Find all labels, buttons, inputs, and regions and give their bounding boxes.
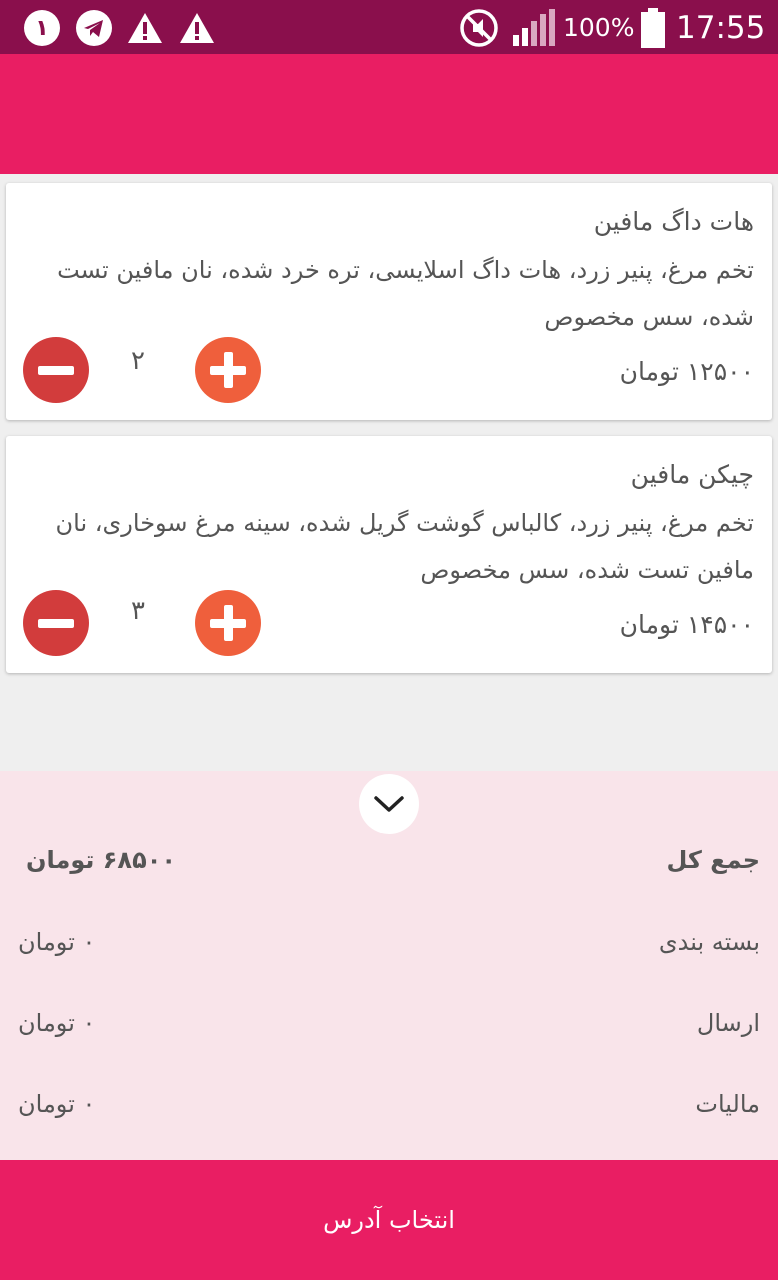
cart-item-card: چیکن مافین تخم مرغ، پنیر زرد، کالباس گوش… xyxy=(6,436,772,673)
cart-item-card: هات داگ مافین تخم مرغ، پنیر زرد، هات داگ… xyxy=(6,183,772,420)
mute-icon xyxy=(459,8,499,48)
decrease-quantity-button[interactable] xyxy=(23,337,89,403)
total-value: ۶۸۵۰۰ تومان xyxy=(26,846,177,874)
signal-icon xyxy=(510,8,558,48)
decrease-quantity-button[interactable] xyxy=(23,590,89,656)
shipping-value: ۰ تومان xyxy=(18,1009,96,1037)
battery-icon xyxy=(638,8,668,48)
packaging-value: ۰ تومان xyxy=(18,928,96,956)
order-summary: جمع کل ۶۸۵۰۰ تومان بسته بندی ۰ تومان ارس… xyxy=(0,771,778,1160)
select-address-button[interactable]: انتخاب آدرس xyxy=(0,1160,778,1280)
item-quantity: ۳ xyxy=(131,596,145,626)
increase-quantity-button[interactable] xyxy=(195,590,261,656)
warning-icon xyxy=(177,8,217,48)
item-description: تخم مرغ، پنیر زرد، کالباس گوشت گریل شده،… xyxy=(55,509,754,584)
select-address-label: انتخاب آدرس xyxy=(323,1206,455,1234)
plus-icon xyxy=(210,605,246,641)
tax-label: مالیات xyxy=(695,1090,760,1118)
clock: 17:55 xyxy=(676,10,766,46)
item-title: چیکن مافین xyxy=(630,460,754,489)
collapse-summary-button[interactable] xyxy=(359,774,419,834)
tax-value: ۰ تومان xyxy=(18,1090,96,1118)
app-bar xyxy=(0,54,778,174)
chevron-down-icon xyxy=(374,796,404,812)
warning-icon xyxy=(125,8,165,48)
item-quantity: ۲ xyxy=(131,346,145,376)
shipping-label: ارسال xyxy=(696,1009,760,1037)
notification-count: ۱ xyxy=(24,10,60,46)
plus-icon xyxy=(210,352,246,388)
telegram-icon xyxy=(74,8,114,48)
minus-icon xyxy=(38,365,74,375)
packaging-label: بسته بندی xyxy=(658,928,760,956)
minus-icon xyxy=(38,618,74,628)
battery-percent: 100% xyxy=(563,13,635,42)
item-price: ۱۴۵۰۰ تومان xyxy=(619,610,754,639)
item-title: هات داگ مافین xyxy=(593,207,754,236)
notification-count-icon: ۱ xyxy=(22,8,62,48)
item-price: ۱۲۵۰۰ تومان xyxy=(619,357,754,386)
increase-quantity-button[interactable] xyxy=(195,337,261,403)
item-description: تخم مرغ، پنیر زرد، هات داگ اسلایسی، تره … xyxy=(57,256,754,331)
total-label: جمع کل xyxy=(666,846,760,874)
status-bar: ۱ 100% 17:55 xyxy=(0,0,778,54)
